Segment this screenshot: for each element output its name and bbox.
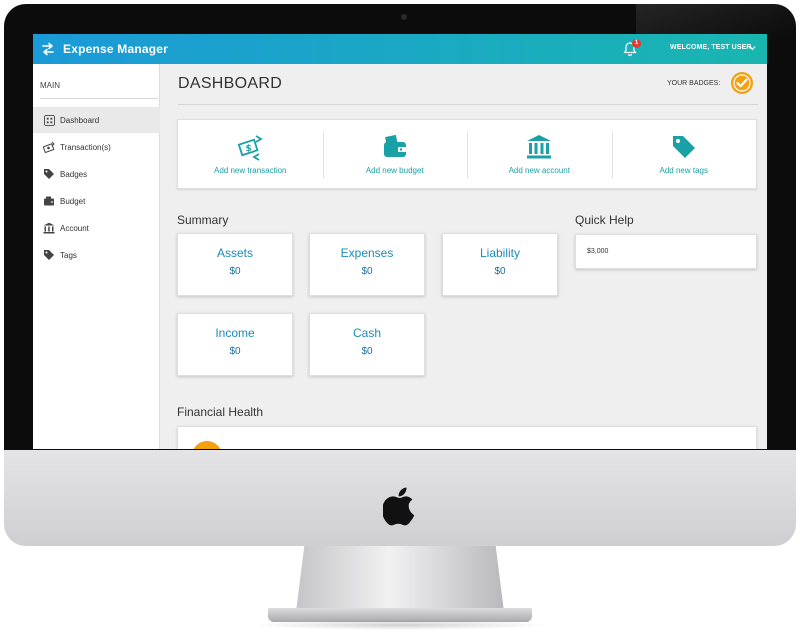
chevron-down-icon[interactable] (749, 45, 756, 51)
notification-count-badge: 1 (632, 39, 641, 48)
user-menu[interactable]: WELCOME, TEST USER (670, 44, 752, 51)
sidebar-item-account[interactable]: Account (33, 215, 160, 241)
sidebar-divider (40, 98, 158, 99)
quick-actions-panel: $ Add new transaction Add new budget Add… (177, 119, 757, 189)
tag-icon (43, 249, 55, 261)
page-title: DASHBOARD (178, 75, 283, 92)
monitor-chin (4, 450, 796, 546)
apple-logo-icon (383, 487, 415, 526)
quick-help-text: $3,000 (587, 248, 609, 255)
card-value: $0 (229, 266, 241, 277)
swap-arrows-icon[interactable] (41, 42, 55, 56)
action-label: Add new account (508, 166, 570, 175)
quick-help-heading: Quick Help (575, 213, 634, 227)
financial-health-panel (177, 426, 757, 449)
sidebar-item-transactions[interactable]: Transaction(s) (33, 134, 160, 160)
action-label: Add new tags (659, 166, 708, 175)
card-title: Assets (216, 246, 253, 260)
badges-label: YOUR BADGES: (667, 80, 721, 87)
summary-card-expenses[interactable]: Expenses $0 (309, 233, 425, 296)
summary-card-assets[interactable]: Assets $0 (177, 233, 293, 296)
summary-heading: Summary (177, 213, 229, 227)
card-title: Income (215, 326, 255, 340)
svg-text:$: $ (246, 144, 252, 154)
app-screen: Expense Manager 1 WELCOME, TEST USER MAI… (33, 34, 767, 449)
bank-icon (527, 135, 552, 159)
sidebar-item-budget[interactable]: Budget (33, 188, 160, 214)
sidebar-item-label: Tags (60, 250, 77, 260)
top-bar: Expense Manager 1 WELCOME, TEST USER (33, 34, 767, 64)
sidebar-item-label: Budget (60, 196, 86, 206)
sidebar-item-label: Transaction(s) (60, 142, 111, 152)
card-title: Expenses (340, 246, 394, 260)
add-tags-button[interactable]: Add new tags (611, 120, 757, 188)
card-value: $0 (229, 346, 241, 357)
header-divider (178, 104, 758, 105)
health-indicator (192, 441, 222, 449)
summary-card-liability[interactable]: Liability $0 (442, 233, 558, 296)
quick-help-panel: $3,000 (575, 234, 757, 269)
sidebar-item-label: Account (60, 223, 89, 233)
monitor-stand-neck (296, 546, 504, 612)
action-label: Add new budget (365, 166, 424, 175)
card-value: $0 (361, 266, 373, 277)
sidebar: MAIN Dashboard Transaction(s) Badges Bud… (33, 64, 160, 449)
summary-card-income[interactable]: Income $0 (177, 313, 293, 376)
wallet-icon (383, 134, 406, 157)
money-transfer-icon: $ (237, 135, 263, 161)
add-transaction-button[interactable]: $ Add new transaction (178, 120, 323, 188)
app-title: Expense Manager (63, 42, 169, 56)
card-value: $0 (361, 346, 373, 357)
bank-icon (43, 222, 55, 234)
sidebar-heading: MAIN (40, 81, 60, 90)
wallet-icon (43, 195, 55, 207)
add-budget-button[interactable]: Add new budget (322, 120, 468, 188)
sidebar-item-badges[interactable]: Badges (33, 161, 160, 187)
camera-dot (401, 14, 407, 20)
stand-shadow (250, 620, 550, 630)
card-value: $0 (494, 266, 506, 277)
money-icon (43, 141, 55, 153)
add-account-button[interactable]: Add new account (467, 120, 612, 188)
financial-health-heading: Financial Health (177, 405, 264, 419)
sidebar-item-label: Dashboard (60, 115, 100, 125)
card-title: Cash (352, 326, 381, 340)
summary-card-cash[interactable]: Cash $0 (309, 313, 425, 376)
tags-icon (672, 136, 695, 158)
badge-check-icon[interactable] (730, 71, 754, 95)
sidebar-item-tags[interactable]: Tags (33, 242, 160, 268)
action-label: Add new transaction (214, 166, 287, 175)
sidebar-item-label: Badges (60, 169, 88, 179)
tag-icon (43, 168, 55, 180)
dashboard-icon (43, 114, 55, 126)
card-title: Liability (479, 246, 521, 260)
sidebar-item-dashboard[interactable]: Dashboard (33, 107, 160, 133)
